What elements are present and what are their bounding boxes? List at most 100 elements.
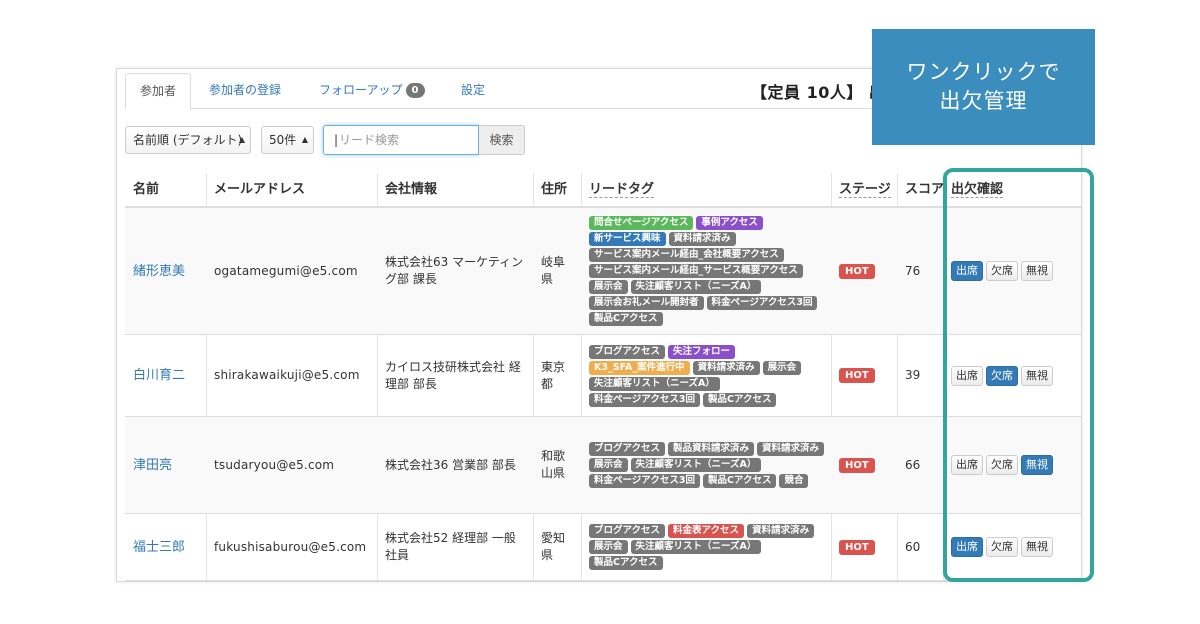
participant-name-link[interactable]: 白川育二 xyxy=(125,335,206,416)
address-cell: 和歌山県 xyxy=(533,417,581,513)
lead-tags-cell: ブログアクセス 料金表アクセス 資料請求済み 展示会 失注顧客リスト（ニーズA） 製品Cア… xyxy=(581,514,831,580)
address-cell-text: 岐阜県 xyxy=(541,255,566,286)
lead-tags-cell: ブログアクセス 失注フォロー K3_SFA_案件進行中 資料請求済み 展示会 失注顧客リス… xyxy=(581,335,831,416)
lead-tag: 資料請求済み xyxy=(692,360,760,375)
lead-tags-cell: ブログアクセス 製品資料請求済み 資料請求済み 展示会 失注顧客リスト（ニーズA） 料金ペ… xyxy=(581,417,831,513)
tab-participants[interactable]: 参加者 xyxy=(125,73,192,110)
stage-badge: HOT xyxy=(839,539,875,555)
lead-tag: サービス案内メール経由_サービス概要アクセス xyxy=(589,264,803,278)
address-cell: 岐阜県 xyxy=(533,208,581,334)
callout-box: ワンクリックで 出欠管理 xyxy=(872,29,1095,145)
sort-arrows-icon: ▲ xyxy=(301,135,308,144)
stage-cell: HOT xyxy=(831,335,897,416)
callout-line-1: ワンクリックで xyxy=(906,60,1061,84)
email-cell: ogatamegumi@e5.com xyxy=(206,208,377,334)
stage-cell: HOT xyxy=(831,208,897,334)
lead-tag: 製品資料請求済み xyxy=(668,442,755,456)
lead-tag: 製品Cアクセス xyxy=(589,312,663,326)
address-cell-text: 愛知県 xyxy=(541,531,566,562)
lead-tag: 失注顧客リスト（ニーズA） xyxy=(630,540,762,554)
column-header-label: リードタグ xyxy=(589,182,655,198)
lead-tag: 料金ページアクセス3回 xyxy=(706,296,818,310)
participant-name-link-text: 福士三郎 xyxy=(133,539,186,555)
company-cell: 株式会社63 マーケティング部 課長 xyxy=(377,208,533,334)
email-cell-text: fukushisaburou@e5.com xyxy=(214,539,367,554)
lead-tag: 失注フォロー xyxy=(668,344,736,359)
lead-tag: 新サービス興味 xyxy=(589,232,666,246)
email-cell: tsudaryou@e5.com xyxy=(206,417,377,513)
tab-label: 参加者の登録 xyxy=(209,83,282,97)
attendance-highlight-frame xyxy=(943,168,1094,582)
sort-select[interactable]: 名前順 (デフォルト) ▲ xyxy=(125,126,251,154)
search-button[interactable]: 検索 xyxy=(479,125,525,155)
lead-tag: 失注顧客リスト（ニーズA） xyxy=(630,280,762,294)
lead-tag: 問合せページアクセス xyxy=(589,216,694,230)
lead-tag: 展示会お礼メール開封者 xyxy=(589,296,704,310)
col-score-header: スコア xyxy=(897,173,943,207)
capacity-heading: 【定員 10人】 出 xyxy=(751,83,886,102)
lead-tag: 展示会 xyxy=(589,540,628,554)
lead-tag: 展示会 xyxy=(762,360,802,375)
followup-count-badge: 0 xyxy=(405,83,425,98)
page-size-value: 50件 xyxy=(269,133,297,147)
lead-tag: 競合 xyxy=(779,474,809,488)
lead-tags-cell: 問合せページアクセス 事例アクセス 新サービス興味 資料請求済み サービス案内メール経由… xyxy=(581,208,831,334)
address-cell-text: 和歌山県 xyxy=(541,449,566,480)
address-cell: 愛知県 xyxy=(533,514,581,580)
sort-arrows-icon: ▲ xyxy=(238,135,245,144)
tab-label: 参加者 xyxy=(140,84,177,98)
col-company-header: 会社情報 xyxy=(377,173,533,207)
lead-tag: 失注顧客リスト（ニーズA） xyxy=(589,376,720,391)
participant-name-link[interactable]: 津田亮 xyxy=(125,417,206,513)
tab-label: 設定 xyxy=(461,83,486,97)
col-stage-header[interactable]: ステージ xyxy=(831,173,897,207)
lead-search-input[interactable]: |リード検索 xyxy=(323,125,479,155)
stage-badge: HOT xyxy=(839,368,875,383)
lead-tag: 製品Cアクセス xyxy=(589,556,663,570)
score-cell: 66 xyxy=(897,417,943,513)
stage-cell: HOT xyxy=(831,514,897,580)
search-placeholder: リード検索 xyxy=(339,133,400,147)
col-address-header: 住所 xyxy=(533,173,581,207)
stage-badge: HOT xyxy=(839,457,875,473)
address-cell: 東京都 xyxy=(533,335,581,416)
lead-tag: 失注顧客リスト（ニーズA） xyxy=(630,458,762,472)
score-cell-text: 76 xyxy=(905,263,921,278)
email-cell-text: shirakawaikuji@e5.com xyxy=(214,368,360,382)
column-header-label: メールアドレス xyxy=(214,182,306,197)
email-cell: fukushisaburou@e5.com xyxy=(206,514,377,580)
lead-tag: 展示会 xyxy=(589,458,628,472)
page-size-select[interactable]: 50件 ▲ xyxy=(261,126,314,154)
lead-tag: 事例アクセス xyxy=(696,216,763,230)
address-cell-text: 東京都 xyxy=(541,359,566,391)
score-cell: 60 xyxy=(897,514,943,580)
col-lead-tags-header[interactable]: リードタグ xyxy=(581,173,831,207)
col-name-header: 名前 xyxy=(125,173,206,207)
score-cell: 76 xyxy=(897,208,943,334)
tab-settings[interactable]: 設定 xyxy=(447,73,499,109)
column-header-label: スコア xyxy=(905,182,943,197)
lead-tag: 資料請求済み xyxy=(757,442,825,456)
lead-tag: 展示会 xyxy=(589,280,628,294)
sort-select-value: 名前順 (デフォルト) xyxy=(133,133,243,147)
table-row: 津田亮 tsudaryou@e5.com 株式会社36 営業部 部長 和歌山県 ブログア… xyxy=(125,417,1081,514)
email-cell-text: ogatamegumi@e5.com xyxy=(214,263,358,278)
email-cell: shirakawaikuji@e5.com xyxy=(206,335,377,416)
column-header-label: 会社情報 xyxy=(385,182,438,197)
lead-tag: 料金表アクセス xyxy=(668,524,745,538)
email-cell-text: tsudaryou@e5.com xyxy=(214,457,335,472)
table-row: 福士三郎 fukushisaburou@e5.com 株式会社52 経理部 一般社員… xyxy=(125,514,1081,581)
lead-tag: 料金ページアクセス3回 xyxy=(589,392,700,407)
tab-register[interactable]: 参加者の登録 xyxy=(195,73,295,109)
lead-tag: ブログアクセス xyxy=(589,344,666,359)
tab-followup[interactable]: フォローアップ 0 xyxy=(305,73,439,109)
lead-tag: 料金ページアクセス3回 xyxy=(589,474,700,488)
score-cell: 39 xyxy=(897,335,943,416)
participants-panel: 参加者 参加者の登録 フォローアップ 0 設定 【定員 10人】 出 名前順 (デ… xyxy=(116,68,1082,582)
column-header-label: 住所 xyxy=(541,182,568,197)
participant-name-link[interactable]: 緒形恵美 xyxy=(125,208,206,334)
participant-name-link-text: 緒形恵美 xyxy=(133,263,186,279)
participant-name-link[interactable]: 福士三郎 xyxy=(125,514,206,580)
score-cell-text: 60 xyxy=(905,539,921,554)
company-cell-text: 株式会社36 営業部 部長 xyxy=(385,457,516,472)
